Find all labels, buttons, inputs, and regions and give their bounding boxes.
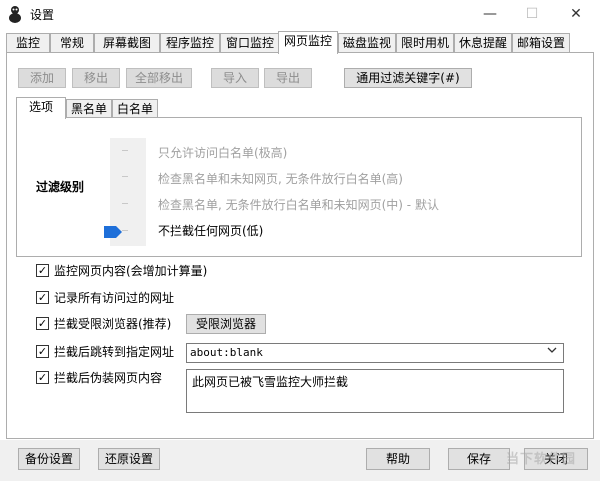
close-window-button[interactable]: ✕ xyxy=(556,0,596,28)
filter-level-option-current: 不拦截任何网页(低) xyxy=(158,224,264,238)
fake-page-label: 拦截后伪装网页内容 xyxy=(54,370,163,385)
filter-level-option: 只允许访问白名单(极高) xyxy=(158,146,288,160)
wildcard-filter-button[interactable]: 通用过滤关键字(#) xyxy=(344,68,472,88)
block-restricted-browsers-label: 拦截受限浏览器(推荐) xyxy=(54,316,172,331)
remove-button[interactable]: 移出 xyxy=(72,68,120,88)
tab-screenshot[interactable]: 屏幕截图 xyxy=(94,33,160,52)
monitor-content-option[interactable]: ✓ 监控网页内容(会增加计算量) xyxy=(36,262,207,278)
help-button[interactable]: 帮助 xyxy=(366,448,430,470)
add-button[interactable]: 添加 xyxy=(18,68,66,88)
window-title: 设置 xyxy=(30,8,55,22)
import-button[interactable]: 导入 xyxy=(211,68,259,88)
chevron-down-icon[interactable] xyxy=(546,344,558,359)
tab-whitelist[interactable]: 白名单 xyxy=(112,99,158,118)
filter-level-label: 过滤级别 xyxy=(36,180,85,194)
record-urls-checkbox[interactable]: ✓ xyxy=(36,290,49,304)
main-tab-strip: 监控 常规 屏幕截图 程序监控 窗口监控 网页监控 磁盘监视 限时用机 休息提醒… xyxy=(6,31,594,54)
filter-level-option: 检查黑名单和未知网页, 无条件放行白名单(高) xyxy=(158,172,403,186)
maximize-button[interactable]: ☐ xyxy=(512,0,552,28)
tab-time-limit[interactable]: 限时用机 xyxy=(396,33,454,52)
filter-level-option: 检查黑名单, 无条件放行白名单和未知网页(中) - 默认 xyxy=(158,198,439,212)
tab-rest-reminder[interactable]: 休息提醒 xyxy=(454,33,512,52)
slider-thumb[interactable] xyxy=(104,226,122,238)
options-panel xyxy=(16,117,582,257)
block-restricted-browsers-checkbox[interactable]: ✓ xyxy=(36,316,49,330)
redirect-after-block-checkbox[interactable]: ✓ xyxy=(36,344,49,358)
export-button[interactable]: 导出 xyxy=(264,68,312,88)
maximize-icon: ☐ xyxy=(525,6,539,22)
tab-program-monitor[interactable]: 程序监控 xyxy=(160,33,220,52)
close-icon: ✕ xyxy=(570,6,582,22)
slider-tick xyxy=(122,150,128,151)
title-bar xyxy=(0,0,600,28)
remove-all-button[interactable]: 全部移出 xyxy=(126,68,192,88)
record-urls-label: 记录所有访问过的网址 xyxy=(54,290,175,305)
tab-options[interactable]: 选项 xyxy=(16,97,66,119)
tab-window-monitor[interactable]: 窗口监控 xyxy=(220,33,280,52)
restore-settings-button[interactable]: 还原设置 xyxy=(98,448,160,470)
tab-monitor[interactable]: 监控 xyxy=(6,33,50,52)
tab-web-monitor[interactable]: 网页监控 xyxy=(278,31,338,54)
app-icon xyxy=(6,5,24,23)
tab-disk-monitor[interactable]: 磁盘监视 xyxy=(338,33,396,52)
tab-email-settings[interactable]: 邮箱设置 xyxy=(512,33,570,52)
fake-page-checkbox[interactable]: ✓ xyxy=(36,370,49,384)
save-button[interactable]: 保存 xyxy=(448,448,510,470)
monitor-content-checkbox[interactable]: ✓ xyxy=(36,263,49,277)
minimize-button[interactable]: — xyxy=(470,0,510,28)
redirect-url-value: about:blank xyxy=(190,346,263,359)
backup-settings-button[interactable]: 备份设置 xyxy=(18,448,80,470)
monitor-content-label: 监控网页内容(会增加计算量) xyxy=(54,263,208,278)
tab-general[interactable]: 常规 xyxy=(50,33,94,52)
record-urls-option[interactable]: ✓ 记录所有访问过的网址 xyxy=(36,289,174,305)
fake-page-textarea[interactable]: 此网页已被飞雪监控大师拦截 xyxy=(186,369,564,413)
redirect-after-block-label: 拦截后跳转到指定网址 xyxy=(54,344,175,359)
restricted-browsers-button[interactable]: 受限浏览器 xyxy=(186,314,266,334)
slider-tick xyxy=(122,176,128,177)
slider-tick xyxy=(122,203,128,204)
watermark: 当下软件园 xyxy=(506,452,577,467)
slider-tick xyxy=(122,230,128,231)
redirect-after-block-option[interactable]: ✓ 拦截后跳转到指定网址 xyxy=(36,343,174,359)
fake-page-option[interactable]: ✓ 拦截后伪装网页内容 xyxy=(36,369,162,385)
tab-blacklist[interactable]: 黑名单 xyxy=(66,99,112,118)
block-restricted-browsers-option[interactable]: ✓ 拦截受限浏览器(推荐) xyxy=(36,315,171,331)
minimize-icon: — xyxy=(483,6,497,22)
